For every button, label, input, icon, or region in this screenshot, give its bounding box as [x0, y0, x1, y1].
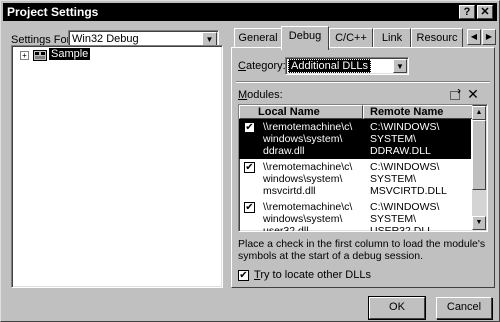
try-locate-label: Try to locate other DLLs	[254, 269, 371, 281]
column-header-remote[interactable]: Remote Name	[363, 105, 473, 119]
scroll-down-icon[interactable]: ▼	[472, 216, 486, 230]
tab-debug[interactable]: Debug	[281, 26, 329, 50]
close-button[interactable]: ✕	[477, 5, 493, 19]
tab-scroll-left-icon[interactable]: ◀	[467, 29, 481, 45]
project-tree[interactable]: + Sample	[11, 45, 223, 288]
new-item-icon[interactable]	[448, 88, 462, 101]
chevron-down-icon[interactable]: ▼	[393, 59, 407, 73]
modules-list[interactable]: Local Name Remote Name ✔ \\remotemachine…	[238, 104, 488, 232]
module-checkbox[interactable]: ✔	[244, 122, 255, 133]
tab-link[interactable]: Link	[373, 28, 411, 48]
module-local-name: \\remotemachine\c\ windows\system\ ddraw…	[263, 121, 353, 157]
project-icon	[33, 50, 47, 61]
settings-for-value: Win32 Debug	[72, 33, 139, 45]
module-row[interactable]: ✔ \\remotemachine\c\ windows\system\ ddr…	[239, 119, 471, 159]
scroll-thumb[interactable]	[472, 120, 486, 190]
modules-scrollbar[interactable]: ▲ ▼	[472, 106, 486, 230]
module-row[interactable]: ✔ \\remotemachine\c\ windows\system\ msv…	[239, 159, 471, 199]
category-label: Category:	[238, 60, 286, 72]
title-bar[interactable]: Project Settings ? ✕	[3, 3, 497, 21]
help-button[interactable]: ?	[459, 5, 475, 19]
module-local-name: \\remotemachine\c\ windows\system\ msvci…	[263, 161, 353, 197]
category-value: Additional DLLs	[288, 59, 372, 73]
module-remote-name: C:\WINDOWS\ SYSTEM\ USER32.DLL	[370, 201, 440, 232]
module-local-name: \\remotemachine\c\ windows\system\ user3…	[263, 201, 353, 232]
expand-icon[interactable]: +	[20, 51, 29, 60]
module-remote-name: C:\WINDOWS\ SYSTEM\ MSVCIRTD.DLL	[370, 161, 447, 197]
project-settings-dialog: Project Settings ? ✕ Settings For: Win32…	[0, 0, 500, 322]
ok-button[interactable]: OK	[368, 296, 426, 320]
column-header-local[interactable]: Local Name	[239, 105, 363, 119]
group-divider	[236, 81, 490, 83]
window-title: Project Settings	[7, 5, 99, 19]
tab-scroll-right-icon[interactable]: ▶	[482, 29, 496, 45]
modules-label: Modules:	[238, 89, 283, 101]
module-checkbox[interactable]: ✔	[244, 202, 255, 213]
delete-icon[interactable]: ✕	[466, 87, 480, 101]
module-row[interactable]: ✔ \\remotemachine\c\ windows\system\ use…	[239, 199, 471, 232]
hint-text: Place a check in the first column to loa…	[238, 238, 486, 262]
cancel-button[interactable]: Cancel	[436, 297, 492, 319]
tab-cpp[interactable]: C/C++	[329, 28, 373, 48]
category-combo[interactable]: Additional DLLs ▼	[285, 57, 409, 75]
debug-tab-panel: Category: Additional DLLs ▼ Modules: ✕ L…	[231, 47, 495, 288]
module-checkbox[interactable]: ✔	[244, 162, 255, 173]
tree-item-sample[interactable]: Sample	[49, 48, 91, 60]
tab-resources[interactable]: Resourc	[411, 28, 463, 48]
scroll-up-icon[interactable]: ▲	[472, 106, 486, 120]
module-remote-name: C:\WINDOWS\ SYSTEM\ DDRAW.DLL	[370, 121, 440, 157]
tab-general[interactable]: General	[234, 28, 282, 48]
try-locate-checkbox[interactable]: ✔	[238, 270, 249, 281]
